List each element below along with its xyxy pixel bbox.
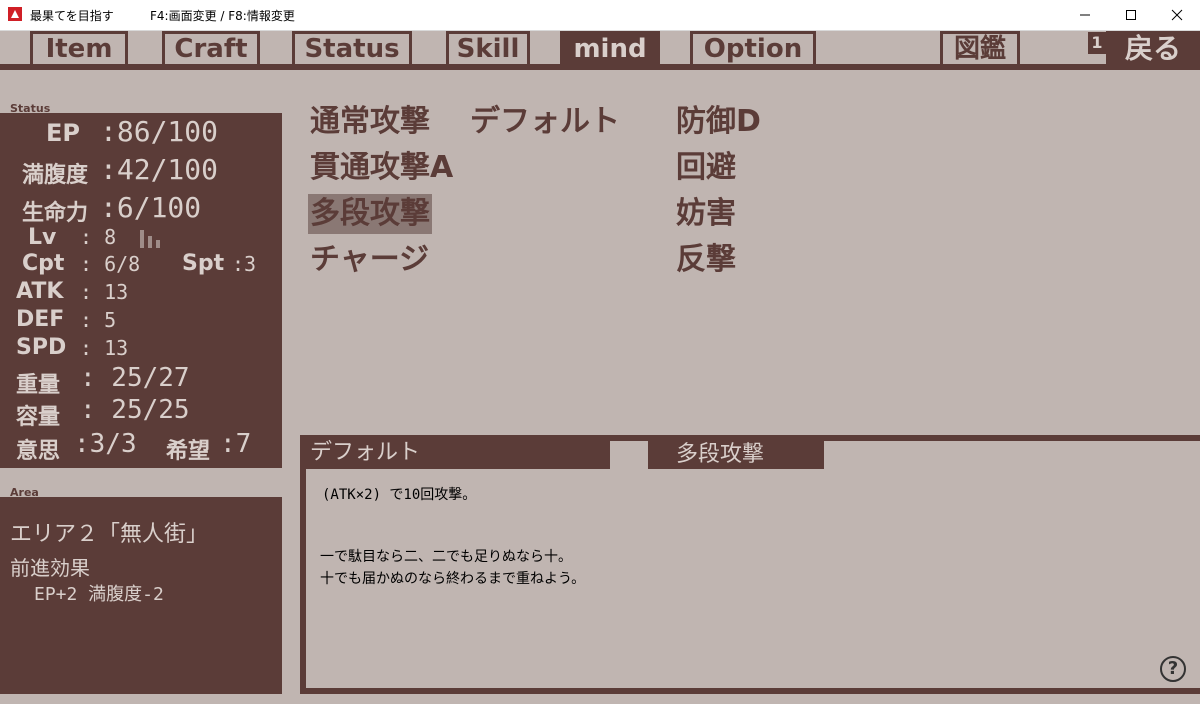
lv-value: : 8 <box>80 225 117 249</box>
skill-charge[interactable]: チャージ <box>310 240 429 280</box>
tab-option[interactable]: Option <box>690 31 816 64</box>
window-titlebar: 最果てを目指す F4:画面変更 / F8:情報変更 <box>0 0 1200 31</box>
tab-skill[interactable]: Skill <box>446 31 530 64</box>
skill-pierce-attack[interactable]: 貫通攻撃A <box>310 148 453 188</box>
ep-value: :86/100 <box>100 115 219 148</box>
tab-mind[interactable]: mind <box>560 31 660 64</box>
def-value: : 5 <box>80 308 117 332</box>
tab-craft[interactable]: Craft <box>162 31 260 64</box>
back-button[interactable]: 戻る <box>1106 31 1200 67</box>
hope-value: :7 <box>220 429 252 459</box>
will-value: :3/3 <box>74 429 137 459</box>
desc-line-effect: (ATK×2) で10回攻撃。 <box>322 487 477 503</box>
skill-evade[interactable]: 回避 <box>676 148 736 188</box>
spd-label: SPD <box>16 335 67 360</box>
area-effect-label: 前進効果 <box>10 556 90 580</box>
skill-obstruct[interactable]: 妨害 <box>676 194 736 234</box>
desc-line-flavor-2: 十でも届かぬのなら終わるまで重ねよう。 <box>320 571 586 587</box>
lv-label: Lv <box>28 225 57 250</box>
minimize-button[interactable] <box>1062 0 1108 30</box>
tab-underline <box>0 64 1200 70</box>
will-label: 意思 <box>16 439 61 464</box>
tab-encyclopedia[interactable]: 図鑑 <box>940 31 1020 64</box>
spt-label: Spt <box>182 251 225 276</box>
help-icon[interactable]: ? <box>1160 656 1186 682</box>
skill-normal-attack[interactable]: 通常攻撃 <box>310 102 430 142</box>
cpt-value: : 6/8 <box>80 252 141 276</box>
minimize-icon <box>1080 14 1090 16</box>
atk-label: ATK <box>16 279 64 304</box>
atk-value: : 13 <box>80 280 129 304</box>
hunger-value: :42/100 <box>100 153 219 186</box>
capacity-label: 容量 <box>16 405 61 430</box>
capacity-value: : 25/25 <box>80 395 190 425</box>
weight-value: : 25/27 <box>80 363 190 393</box>
maximize-icon <box>1126 10 1136 20</box>
spt-value: :3 <box>232 252 257 276</box>
desc-tab-skill-name: 多段攻撃 <box>648 441 824 469</box>
life-label: 生命力 <box>22 201 89 226</box>
hope-label: 希望 <box>166 439 211 464</box>
life-value: :6/100 <box>100 191 202 224</box>
app-icon <box>8 7 22 21</box>
window-hint: F4:画面変更 / F8:情報変更 <box>150 9 295 23</box>
window-title: 最果てを目指す <box>30 9 114 23</box>
hunger-label: 満腹度 <box>22 163 89 188</box>
maximize-button[interactable] <box>1108 0 1154 30</box>
skill-defense[interactable]: 防御D <box>676 102 761 142</box>
area-effect-value: EP+2 満腹度-2 <box>34 584 164 605</box>
def-label: DEF <box>16 307 65 332</box>
desc-line-flavor-1: 一で駄目なら二、二でも足りぬなら十。 <box>320 549 572 565</box>
desc-tab-default: デフォルト <box>300 437 610 469</box>
skill-multi-attack[interactable]: 多段攻撃 <box>308 194 432 234</box>
close-button[interactable] <box>1154 0 1200 30</box>
spd-value: : 13 <box>80 336 129 360</box>
close-icon <box>1171 9 1183 21</box>
tab-item[interactable]: Item <box>30 31 128 64</box>
weight-label: 重量 <box>16 373 61 398</box>
area-name: エリア２「無人街」 <box>10 522 209 547</box>
status-panel: EP :86/100 満腹度 :42/100 生命力 :6/100 Lv : 8… <box>0 113 282 468</box>
skill-default-marker: デフォルト <box>470 104 620 139</box>
skill-counter[interactable]: 反撃 <box>676 240 736 280</box>
ep-label: EP <box>46 119 80 147</box>
tab-status[interactable]: Status <box>292 31 412 64</box>
cpt-label: Cpt <box>22 251 65 276</box>
back-shortcut-key: 1 <box>1088 32 1106 54</box>
